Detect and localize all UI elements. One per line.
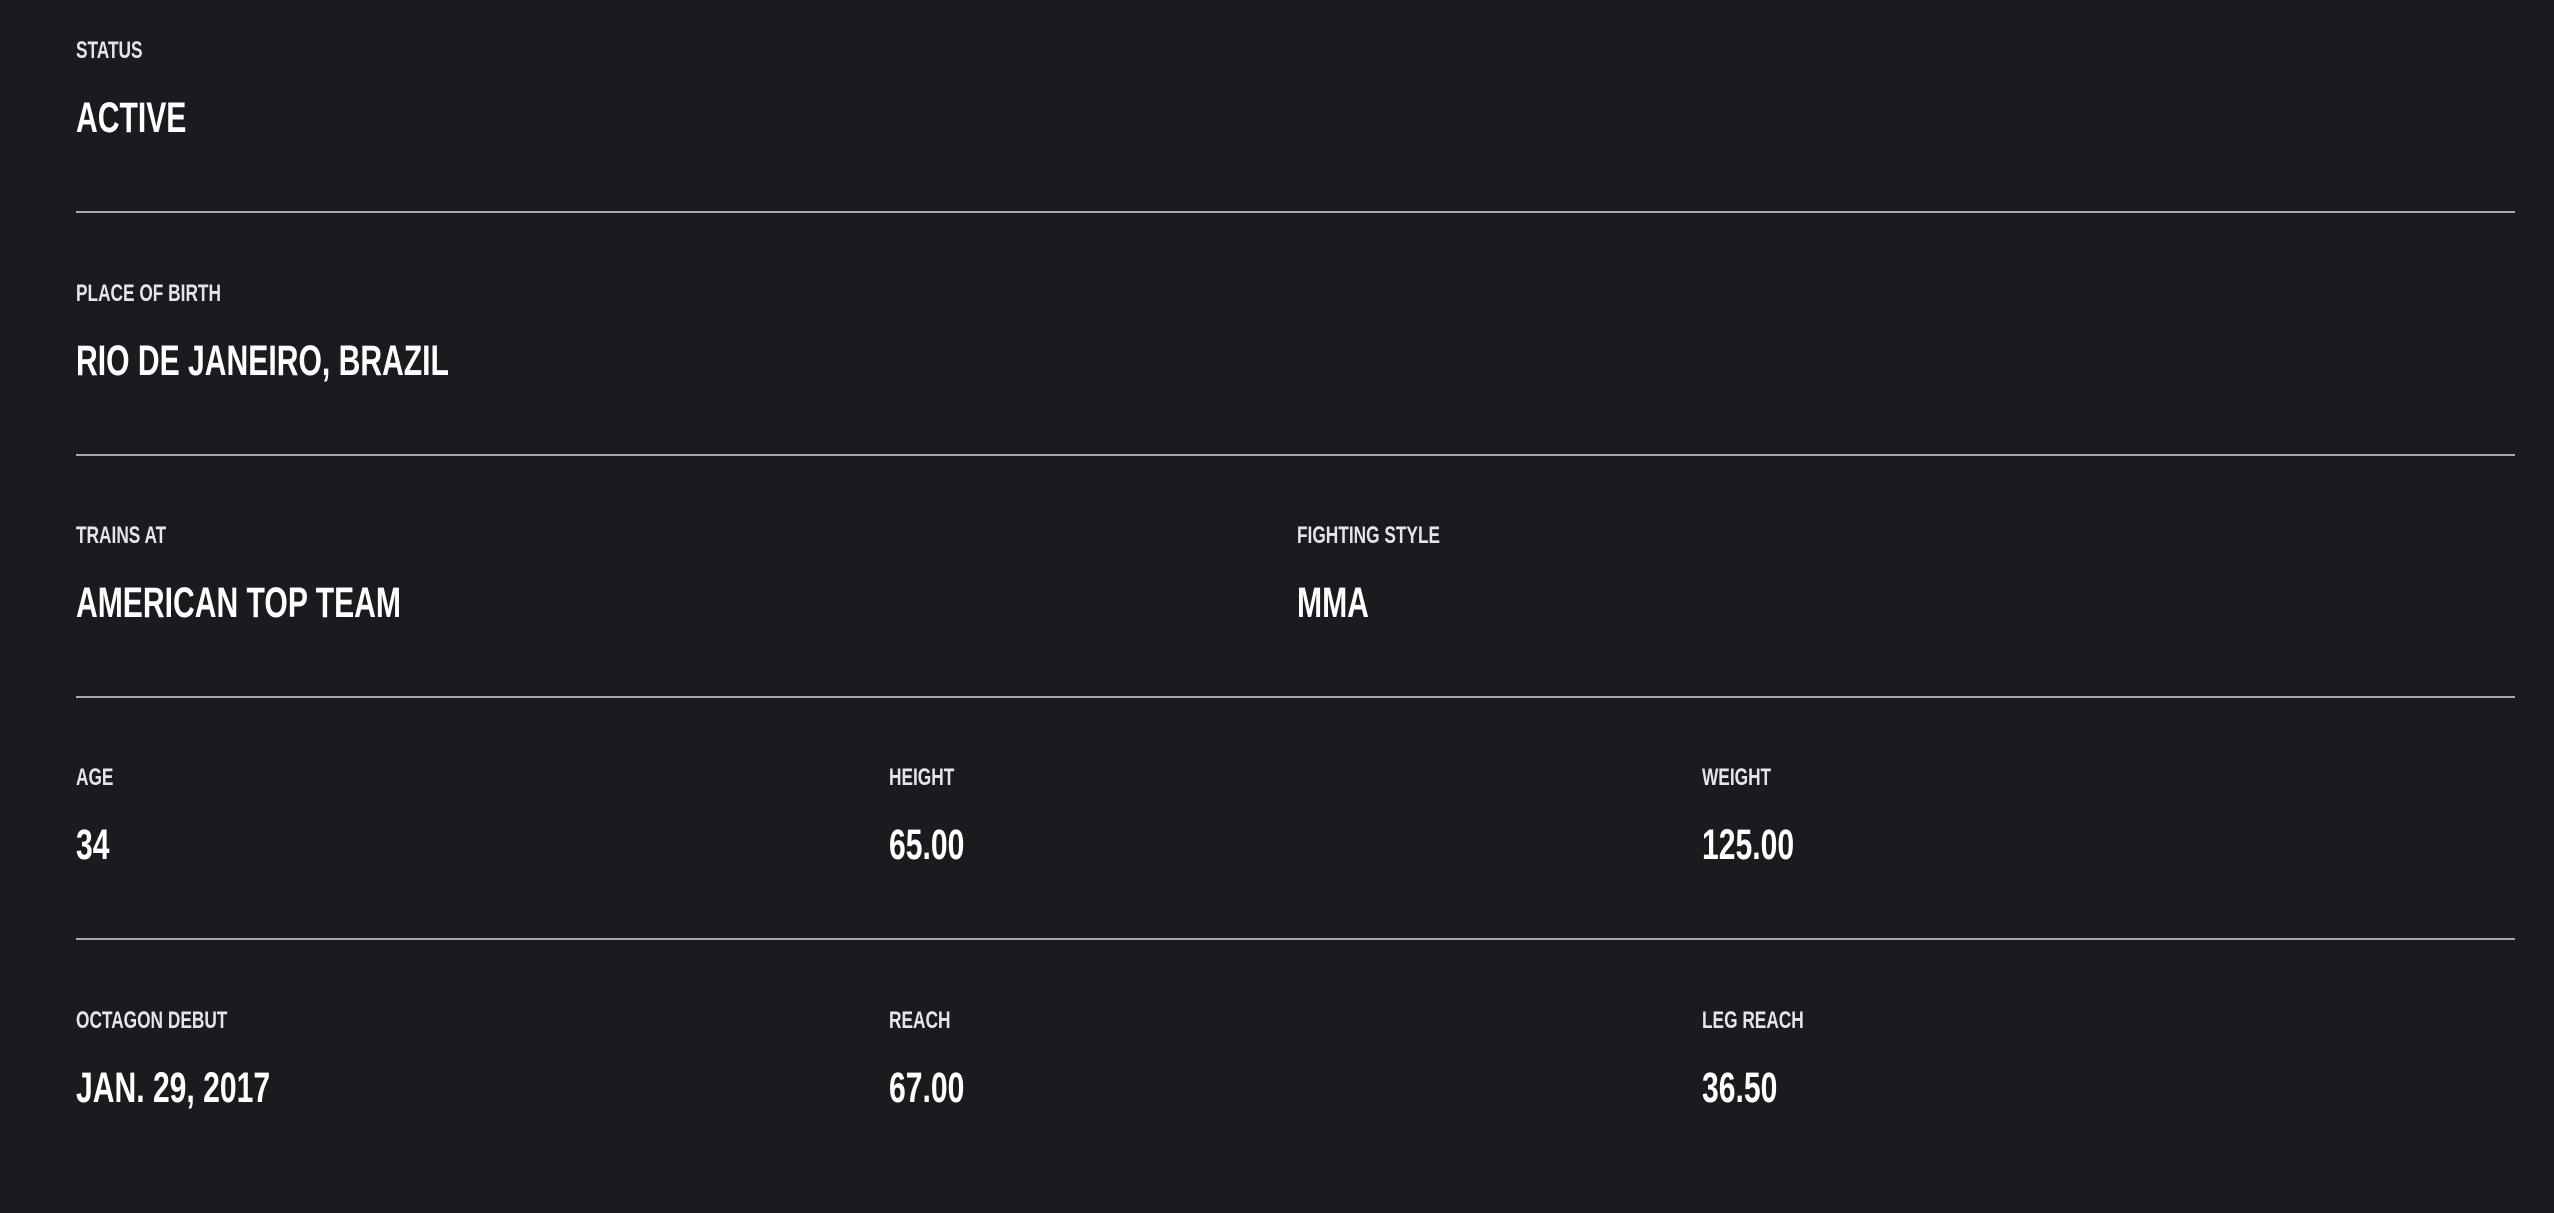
training-row: TRAINS AT AMERICAN TOP TEAM FIGHTING STY… — [76, 485, 2515, 728]
field-label: HEIGHT — [889, 764, 955, 791]
field-label: WEIGHT — [1702, 764, 1772, 791]
field-value: 65.00 — [889, 821, 965, 869]
field-label: FIGHTING STYLE — [1297, 522, 1441, 549]
divider — [76, 938, 2515, 940]
field-value: 34 — [76, 821, 110, 869]
field-label: TRAINS AT — [76, 522, 167, 549]
field-label: AGE — [76, 764, 114, 791]
field-value: 36.50 — [1702, 1064, 1778, 1112]
field-label: REACH — [889, 1007, 951, 1034]
field-value: 125.00 — [1702, 821, 1795, 869]
field-label: STATUS — [76, 37, 143, 64]
field-value: 67.00 — [889, 1064, 965, 1112]
status-row: STATUS ACTIVE — [76, 0, 2515, 243]
field-value: ACTIVE — [76, 94, 187, 142]
physical-row: AGE 34 HEIGHT 65.00 WEIGHT 125.00 — [76, 727, 2515, 970]
field-value: MMA — [1297, 579, 1369, 627]
divider — [76, 454, 2515, 456]
divider — [76, 211, 2515, 213]
field-value: JAN. 29, 2017 — [76, 1064, 271, 1112]
field-label: PLACE OF BIRTH — [76, 280, 221, 307]
field-value: AMERICAN TOP TEAM — [76, 579, 401, 627]
debut-row: OCTAGON DEBUT JAN. 29, 2017 REACH 67.00 … — [76, 970, 2515, 1213]
field-label: LEG REACH — [1702, 1007, 1804, 1034]
field-label: OCTAGON DEBUT — [76, 1007, 228, 1034]
birthplace-row: PLACE OF BIRTH RIO DE JANEIRO, BRAZIL — [76, 243, 2515, 486]
divider — [76, 696, 2515, 698]
field-value: RIO DE JANEIRO, BRAZIL — [76, 337, 449, 385]
